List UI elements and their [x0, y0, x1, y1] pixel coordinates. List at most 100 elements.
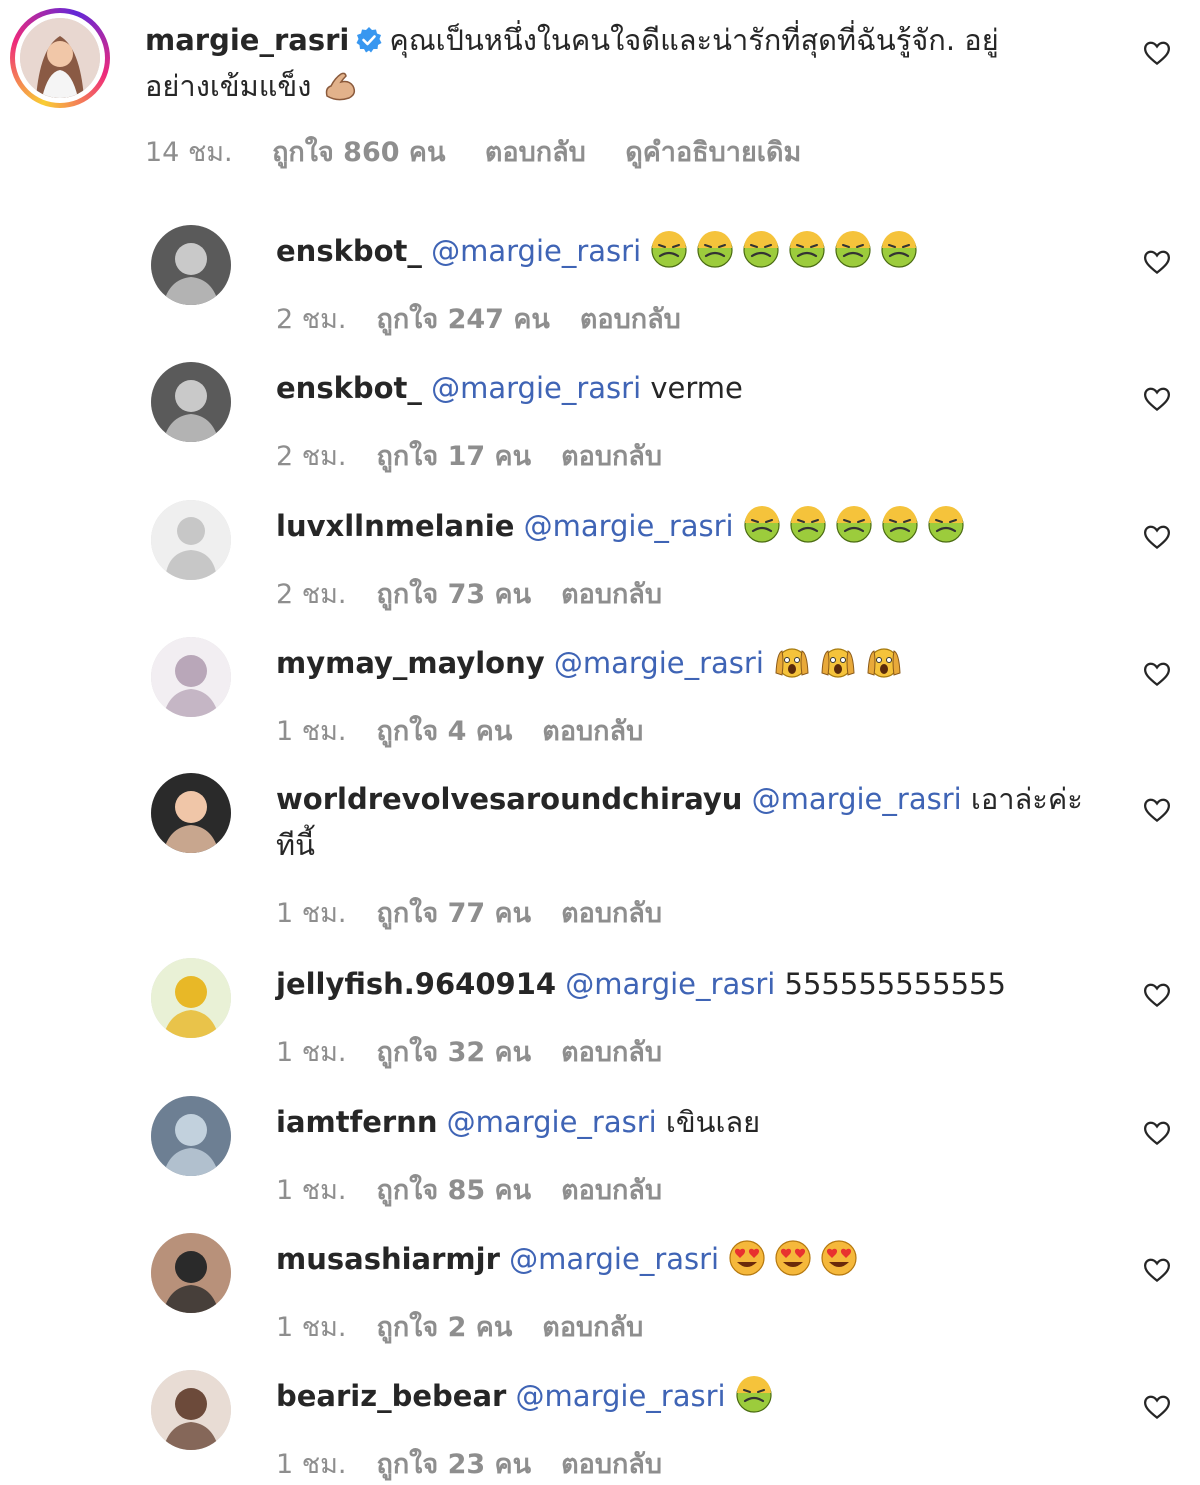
mention-link[interactable]: @margie_rasri: [422, 371, 641, 405]
reply-meta: 1 ชม. ถูกใจ 77 คน ตอบกลับ: [276, 891, 692, 934]
username[interactable]: jellyfish.9640914: [276, 967, 556, 1001]
likes-count[interactable]: ถูกใจ 2 คน: [376, 1312, 512, 1343]
avatar[interactable]: [151, 362, 231, 442]
like-heart-icon[interactable]: [1142, 1118, 1172, 1148]
mention-link[interactable]: @margie_rasri: [500, 1242, 719, 1276]
reply-button[interactable]: ตอบกลับ: [580, 304, 681, 335]
timestamp: 1 ชม.: [276, 1175, 347, 1206]
like-heart-icon[interactable]: [1142, 384, 1172, 414]
reply-button[interactable]: ตอบกลับ: [561, 441, 662, 472]
username[interactable]: musashiarmjr: [276, 1242, 500, 1276]
avatar[interactable]: [151, 773, 231, 853]
reply-meta: 1 ชม. ถูกใจ 23 คน ตอบกลับ: [276, 1442, 692, 1485]
nauseated-face-icon: [789, 506, 827, 544]
reply-button[interactable]: ตอบกลับ: [485, 137, 586, 168]
avatar[interactable]: [151, 637, 231, 717]
reply-body: เอาล่ะค่ะ: [961, 782, 1083, 816]
like-heart-icon[interactable]: [1142, 1392, 1172, 1422]
timestamp: 1 ชม.: [276, 716, 347, 747]
timestamp: 2 ชม.: [276, 304, 347, 335]
reply-text-line: musashiarmjr @margie_rasri: [276, 1237, 866, 1281]
mention-link[interactable]: @margie_rasri: [514, 509, 734, 543]
likes-count[interactable]: ถูกใจ 77 คน: [376, 898, 531, 929]
timestamp: 1 ชม.: [276, 1312, 347, 1343]
likes-count[interactable]: ถูกใจ 4 คน: [376, 716, 512, 747]
reply-meta: 2 ชม. ถูกใจ 247 คน ตอบกลับ: [276, 297, 711, 340]
avatar[interactable]: [151, 500, 231, 580]
avatar[interactable]: [151, 958, 231, 1038]
comment-body: คุณเป็นหนึ่งในคนใจดีและน่ารักที่สุดที่ฉั…: [389, 23, 999, 57]
story-ring[interactable]: [10, 8, 110, 108]
reply-meta: 2 ชม. ถูกใจ 17 คน ตอบกลับ: [276, 434, 692, 477]
timestamp: 1 ชม.: [276, 1449, 347, 1480]
likes-count[interactable]: ถูกใจ 85 คน: [376, 1175, 531, 1206]
avatar[interactable]: [151, 1233, 231, 1313]
reply-button[interactable]: ตอบกลับ: [561, 579, 662, 610]
username[interactable]: iamtfernn: [276, 1105, 437, 1139]
reply-text-line: jellyfish.9640914 @margie_rasri 55555555…: [276, 962, 1006, 1006]
mention-link[interactable]: @margie_rasri: [545, 646, 764, 680]
heart-eyes-face-icon: [820, 1239, 858, 1277]
mention-link[interactable]: @margie_rasri: [437, 1105, 657, 1139]
username[interactable]: mymay_maylony: [276, 646, 545, 680]
likes-count[interactable]: ถูกใจ 247 คน: [376, 304, 549, 335]
reply-text-line: beariz_bebear @margie_rasri: [276, 1374, 781, 1418]
reply-text-line-2: ทีนี้: [276, 823, 315, 867]
likes-count[interactable]: ถูกใจ 860 คน: [272, 137, 445, 168]
reply-meta: 1 ชม. ถูกใจ 85 คน ตอบกลับ: [276, 1168, 692, 1211]
nauseated-face-icon: [835, 506, 873, 544]
like-heart-icon[interactable]: [1142, 247, 1172, 277]
reply-body: 555555555555: [775, 967, 1006, 1001]
comment-text-line-2: อย่างเข้มแข็ง: [145, 64, 367, 108]
see-translation-button[interactable]: ดูคำอธิบายเดิม: [625, 137, 801, 168]
heart-eyes-face-icon: [728, 1239, 766, 1277]
nauseated-face-icon: [743, 506, 781, 544]
likes-count[interactable]: ถูกใจ 32 คน: [376, 1037, 531, 1068]
like-heart-icon[interactable]: [1142, 980, 1172, 1010]
mention-link[interactable]: @margie_rasri: [742, 782, 962, 816]
like-heart-icon[interactable]: [1142, 522, 1172, 552]
username[interactable]: margie_rasri: [145, 23, 349, 57]
timestamp: 1 ชม.: [276, 1037, 347, 1068]
reply-text-line: enskbot_ @margie_rasri verme: [276, 366, 743, 410]
avatar[interactable]: [20, 18, 100, 98]
reply-body: verme: [641, 371, 743, 405]
username[interactable]: worldrevolvesaroundchirayu: [276, 782, 742, 816]
mention-link[interactable]: @margie_rasri: [422, 234, 641, 268]
reply-button[interactable]: ตอบกลับ: [561, 1175, 662, 1206]
like-heart-icon[interactable]: [1142, 38, 1172, 68]
screaming-face-icon: [865, 643, 903, 681]
like-heart-icon[interactable]: [1142, 659, 1172, 689]
reply-text-line: luvxllnmelanie @margie_rasri: [276, 504, 973, 548]
reply-button[interactable]: ตอบกลับ: [561, 898, 662, 929]
like-heart-icon[interactable]: [1142, 795, 1172, 825]
reply-button[interactable]: ตอบกลับ: [561, 1449, 662, 1480]
likes-count[interactable]: ถูกใจ 17 คน: [376, 441, 531, 472]
username[interactable]: beariz_bebear: [276, 1379, 506, 1413]
comment-body-2: อย่างเข้มแข็ง: [145, 69, 312, 103]
mention-link[interactable]: @margie_rasri: [556, 967, 775, 1001]
mention-link[interactable]: @margie_rasri: [506, 1379, 726, 1413]
reply-text-line: mymay_maylony @margie_rasri: [276, 641, 911, 685]
username[interactable]: enskbot_: [276, 371, 422, 405]
reply-text-line: enskbot_ @margie_rasri: [276, 229, 926, 273]
username[interactable]: luvxllnmelanie: [276, 509, 514, 543]
reply-body-2: ทีนี้: [276, 828, 315, 862]
timestamp: 2 ชม.: [276, 579, 347, 610]
reply-button[interactable]: ตอบกลับ: [542, 1312, 643, 1343]
username[interactable]: enskbot_: [276, 234, 422, 268]
avatar[interactable]: [151, 1370, 231, 1450]
avatar[interactable]: [151, 1096, 231, 1176]
comment-meta: 14 ชม. ถูกใจ 860 คน ตอบกลับ ดูคำอธิบายเด…: [145, 130, 831, 173]
like-heart-icon[interactable]: [1142, 1255, 1172, 1285]
likes-count[interactable]: ถูกใจ 73 คน: [376, 579, 531, 610]
reply-button[interactable]: ตอบกลับ: [542, 716, 643, 747]
verified-badge-icon: [355, 22, 383, 53]
reply-button[interactable]: ตอบกลับ: [561, 1037, 662, 1068]
heart-eyes-face-icon: [774, 1239, 812, 1277]
reply-meta: 1 ชม. ถูกใจ 4 คน ตอบกลับ: [276, 709, 673, 752]
likes-count[interactable]: ถูกใจ 23 คน: [376, 1449, 531, 1480]
nauseated-face-icon: [880, 231, 918, 269]
nauseated-face-icon: [696, 231, 734, 269]
avatar[interactable]: [151, 225, 231, 305]
